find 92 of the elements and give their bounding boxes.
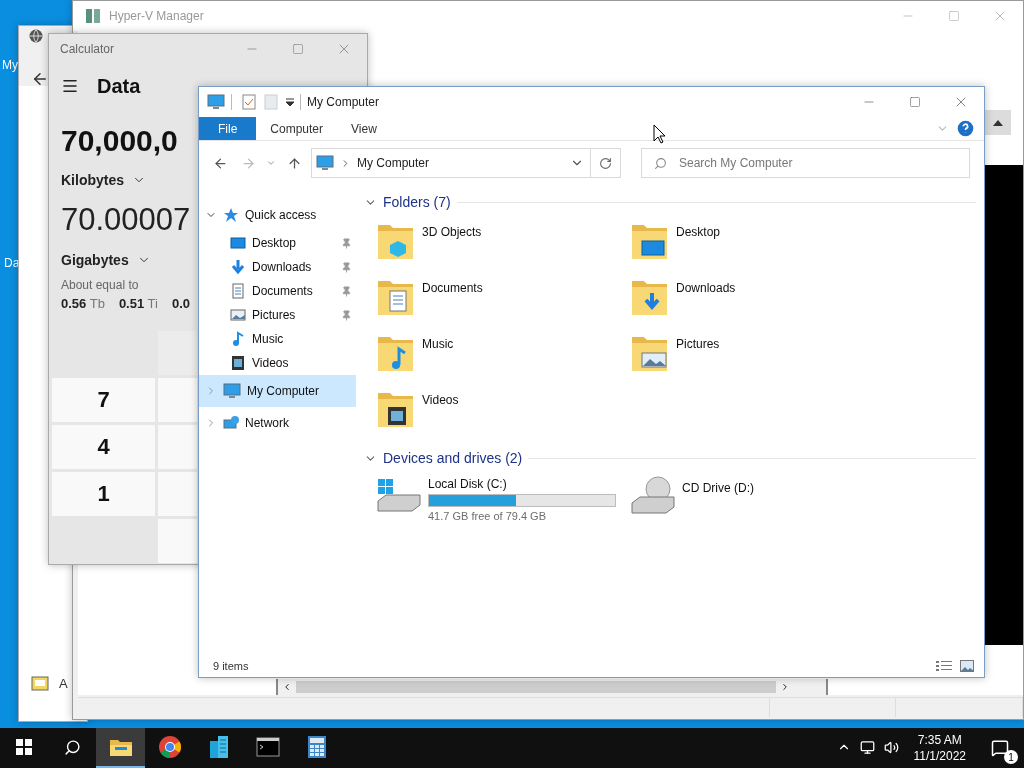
section-title: Folders (7) — [383, 194, 451, 210]
nav-item[interactable]: Documents — [199, 279, 356, 303]
star-icon — [223, 207, 239, 223]
equivalent-value: 0.56 Tb — [61, 296, 105, 311]
menu-icon[interactable] — [61, 77, 79, 95]
ribbon-tab[interactable]: Computer — [256, 117, 338, 140]
computer-icon — [207, 94, 225, 110]
folder-item[interactable]: Pictures — [630, 331, 720, 387]
keypad-key[interactable]: 1 — [52, 472, 155, 516]
maximize-icon — [948, 10, 960, 22]
folder-item[interactable]: Downloads — [630, 275, 736, 331]
nav-item[interactable]: Desktop — [199, 231, 356, 255]
music-note-icon — [230, 331, 246, 347]
input-value: 70,000,0 — [61, 124, 178, 158]
building-icon — [207, 735, 230, 759]
terminal-icon — [255, 737, 280, 757]
search-icon — [654, 156, 667, 170]
customize-toolbar-button[interactable] — [286, 98, 294, 106]
calculator-icon — [306, 735, 327, 759]
drive-item[interactable]: CD Drive (D:) — [630, 475, 754, 531]
item-count: 9 items — [213, 660, 249, 672]
dropdown-caret-icon — [286, 98, 294, 106]
speaker-icon — [884, 739, 899, 755]
details-view-icon[interactable] — [936, 660, 952, 672]
search-field[interactable]: Search My Computer — [641, 148, 970, 178]
film-icon — [230, 355, 246, 371]
notification-badge: 1 — [1004, 750, 1018, 764]
nav-item[interactable]: Quick access — [199, 199, 356, 231]
mode-title: Data — [97, 74, 141, 98]
clock[interactable]: 7:35 AM 11/1/2022 — [903, 728, 976, 768]
picture-icon — [230, 307, 246, 323]
recent-locations-button[interactable] — [265, 158, 277, 168]
folder-item[interactable]: Videos — [376, 387, 459, 443]
checklist-icon — [242, 94, 256, 110]
about-label: About equal to — [61, 278, 139, 292]
folder-icon — [108, 737, 133, 757]
browser-icon — [157, 735, 182, 759]
notifications-button[interactable]: 1 — [976, 728, 1024, 768]
desktop-icon-label[interactable]: My — [2, 58, 18, 72]
folder-item[interactable]: Music — [376, 331, 454, 387]
maximize-icon — [292, 43, 304, 55]
mouse-pointer-icon — [653, 124, 666, 144]
monitor-icon — [860, 739, 875, 755]
large-icons-view-icon[interactable] — [960, 660, 974, 672]
list-item-text: A — [59, 675, 68, 691]
equivalent-value: 0.51 Ti — [118, 296, 158, 311]
properties-button[interactable] — [242, 94, 256, 110]
server-icon — [85, 8, 103, 24]
section-title: Devices and drives (2) — [383, 450, 523, 466]
scroll-left-icon[interactable] — [282, 682, 292, 692]
taskbar-app[interactable] — [96, 728, 145, 768]
nav-item[interactable]: Network — [199, 407, 356, 439]
desktop-icon-label[interactable]: Da — [4, 256, 20, 270]
unit-dropdown[interactable]: Gigabytes — [61, 252, 151, 268]
window-title: Calculator — [60, 42, 115, 56]
blank-page-icon — [264, 94, 278, 110]
window-title: Hyper-V Manager — [109, 9, 204, 23]
nav-item[interactable]: My Computer — [199, 375, 356, 407]
nav-item[interactable]: Downloads — [199, 255, 356, 279]
nav-item[interactable]: Music — [199, 327, 356, 351]
folder-item[interactable]: Documents — [376, 275, 483, 331]
maximize-icon — [909, 96, 921, 108]
network-icon — [223, 415, 239, 431]
folder-item[interactable]: 3D Objects — [376, 219, 482, 275]
computer-icon — [316, 155, 334, 171]
drive-item[interactable]: Local Disk (C:) 41.7 GB free of 79.4 GB — [376, 475, 616, 531]
unit-dropdown[interactable]: Kilobytes — [61, 172, 146, 188]
windows-logo-icon — [16, 739, 32, 755]
message-icon — [991, 739, 1009, 757]
window-title: My Computer — [307, 95, 380, 109]
output-value: 70.00007 — [61, 202, 191, 238]
globe-icon — [29, 29, 43, 43]
desktop-icon — [230, 235, 246, 251]
folder-item[interactable]: Desktop — [630, 219, 721, 275]
keypad-key[interactable]: 4 — [52, 425, 155, 469]
disc-image-icon — [31, 675, 49, 691]
search-icon — [63, 738, 81, 756]
document-icon — [230, 283, 246, 299]
ribbon-tab[interactable]: File — [199, 117, 257, 140]
horizontal-scrollbar[interactable] — [276, 679, 828, 695]
nav-item[interactable]: Pictures — [199, 303, 356, 327]
up-triangle-icon — [993, 119, 1003, 126]
computer-icon — [223, 383, 241, 399]
scroll-up-button[interactable] — [985, 110, 1011, 135]
address-bar[interactable]: My Computer — [311, 148, 621, 178]
nav-item[interactable]: Videos — [199, 351, 356, 375]
equivalent-value: 0.0 — [171, 296, 190, 311]
download-icon — [230, 259, 246, 275]
cd-drive-icon — [630, 475, 676, 515]
keypad-key[interactable]: 7 — [52, 378, 155, 422]
ribbon-tab[interactable]: View — [337, 117, 391, 140]
scroll-right-icon[interactable] — [780, 682, 790, 692]
